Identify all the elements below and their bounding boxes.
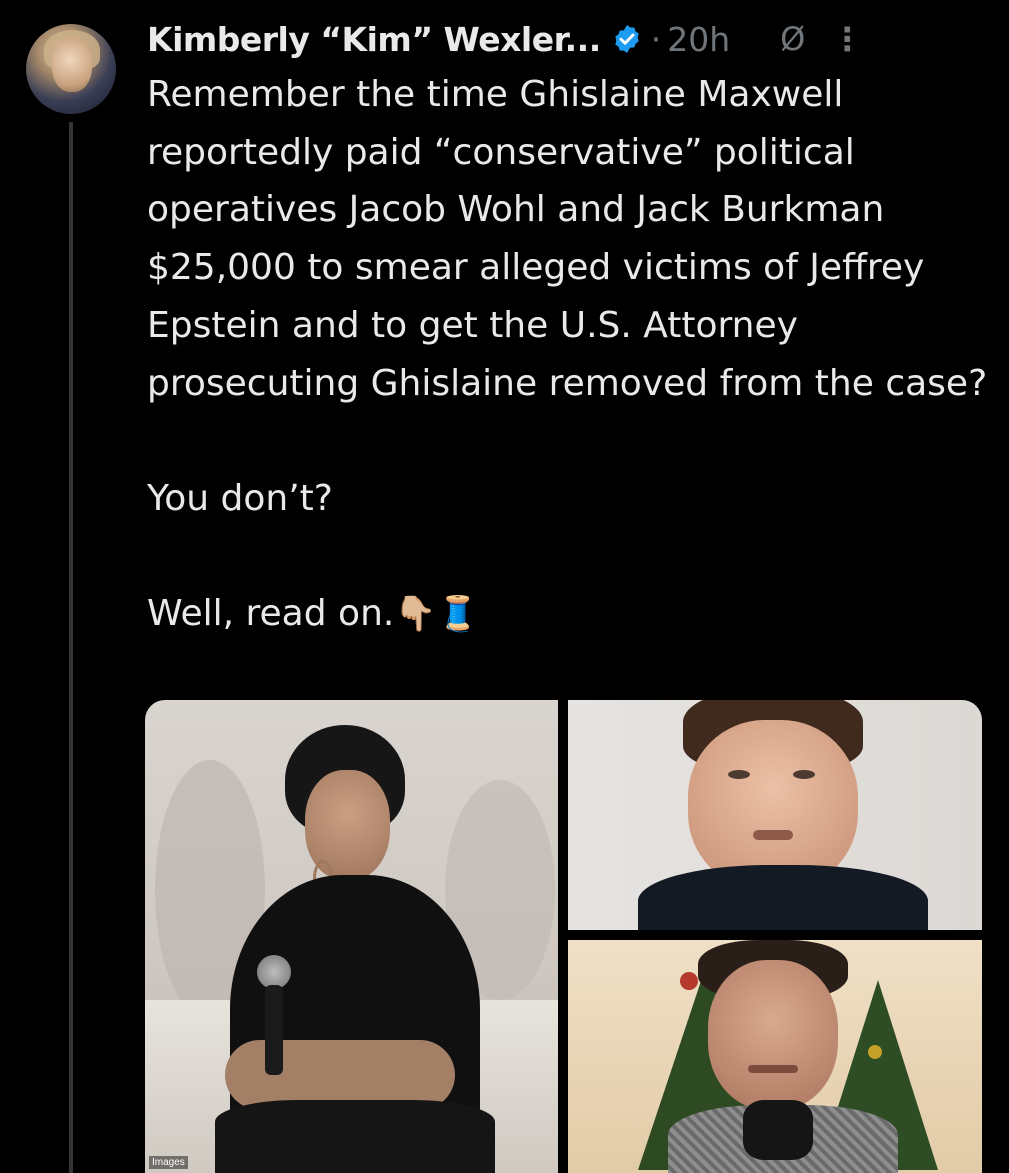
media-photo-woman-with-microphone[interactable]: Images (145, 700, 558, 1173)
avatar-face-shape (52, 38, 92, 92)
tweet-media-grid: Images (145, 700, 982, 1173)
photo-skirt (215, 1100, 495, 1173)
author-avatar[interactable] (26, 24, 116, 114)
media-photo-young-man[interactable] (568, 700, 982, 930)
photo-mouth (753, 830, 793, 840)
tweet-paragraph: Remember the time Ghislaine Maxwell repo… (147, 74, 988, 404)
tweet-timestamp[interactable]: 20h (667, 23, 730, 56)
thread-connector-line (69, 122, 73, 1173)
photo-microphone-handle (265, 985, 283, 1075)
tweet-paragraph-spacer (147, 412, 997, 470)
pointing-down-thread-emoji: 👇🏼🧵 (394, 594, 479, 635)
grok-slash-icon[interactable]: Ø (780, 23, 805, 55)
photo-eye (793, 770, 815, 779)
tweet-paragraph: You don’t? (147, 477, 333, 519)
photo-ornament (868, 1045, 882, 1059)
author-name[interactable]: Kimberly “Kim” Wexler... (147, 23, 601, 56)
photo-eye (728, 770, 750, 779)
tweet-body: Remember the time Ghislaine Maxwell repo… (147, 66, 997, 644)
photo-face (708, 960, 838, 1110)
photo-jacket (638, 865, 928, 930)
more-vertical-icon[interactable]: ⋮ (831, 23, 863, 55)
photo-microphone-head (257, 955, 291, 989)
photo-collar (743, 1100, 813, 1160)
header-separator: · (650, 19, 662, 59)
tweet-paragraph-last: Well, read on.👇🏼🧵 (147, 585, 997, 644)
photo-ornament (680, 972, 698, 990)
photo-mouth (748, 1065, 798, 1073)
photo-caption-tag: Images (149, 1156, 188, 1169)
media-photo-man-christmas-tree[interactable] (568, 940, 982, 1173)
verified-badge-icon (615, 25, 639, 53)
tweet-paragraph-spacer (147, 528, 997, 586)
tweet-header: Kimberly “Kim” Wexler... · 20h Ø ⋮ (147, 10, 863, 68)
tweet-paragraph: Well, read on. (147, 593, 395, 635)
